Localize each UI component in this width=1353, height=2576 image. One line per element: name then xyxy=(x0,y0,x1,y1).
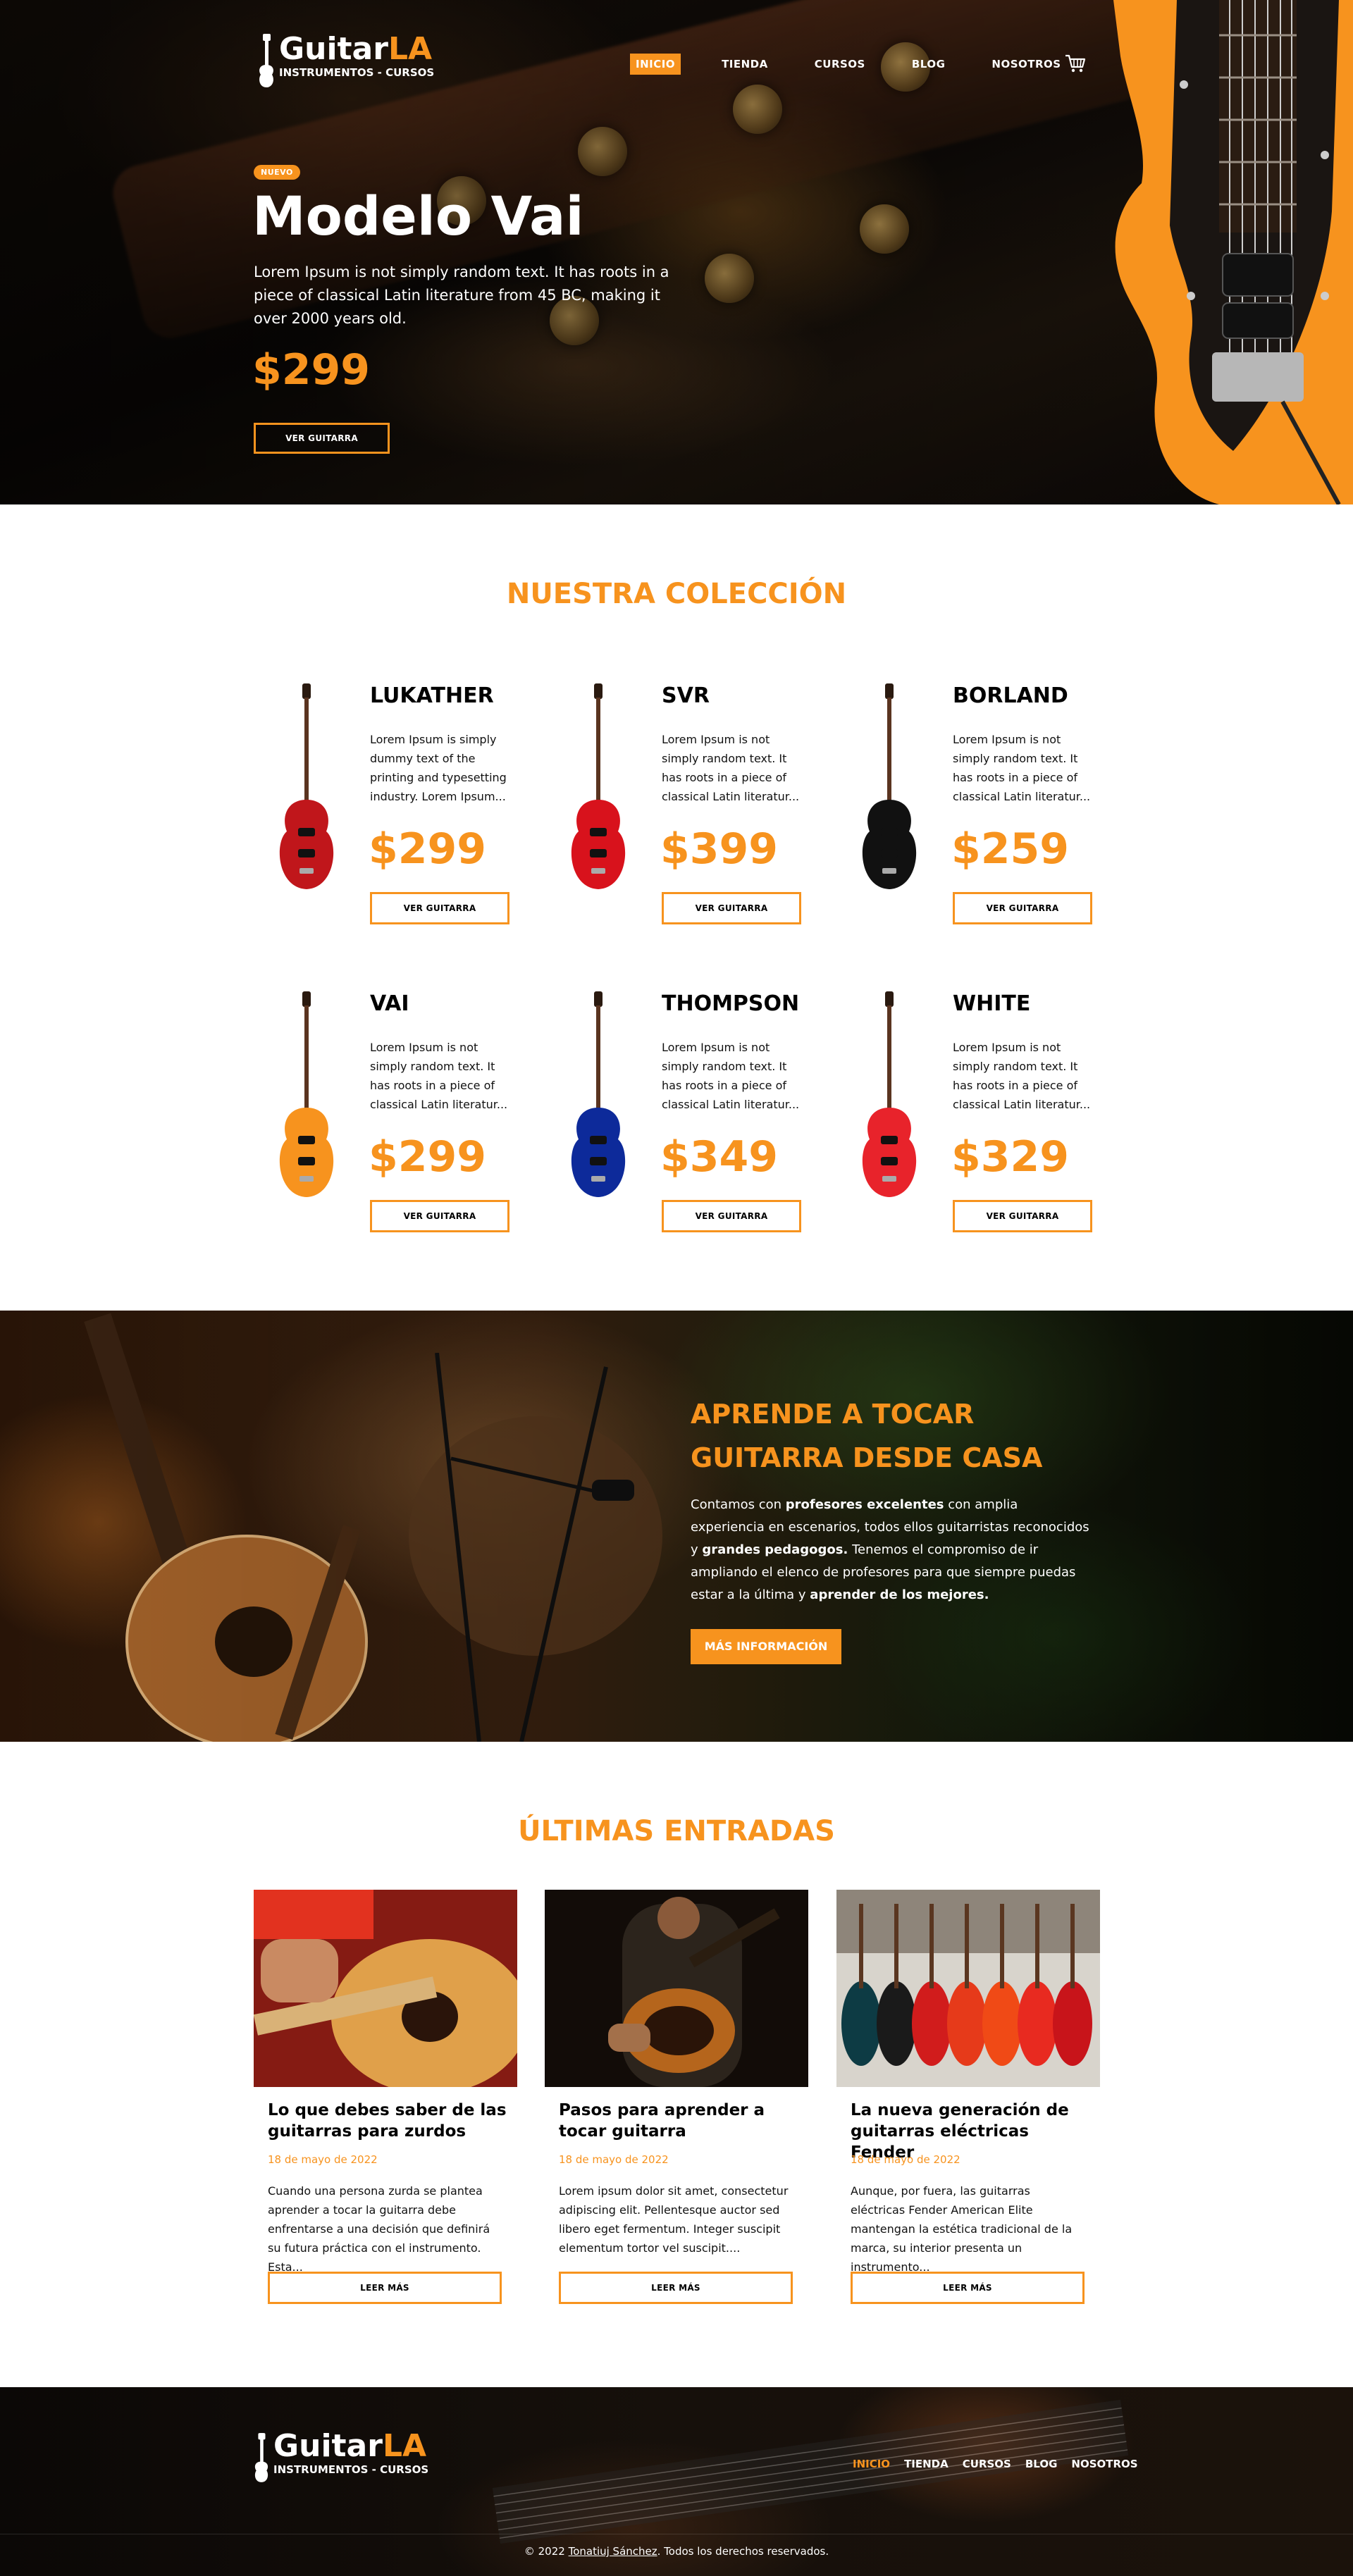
blog-post: Lo que debes saber de las guitarras para… xyxy=(254,1890,517,2312)
site-logo[interactable]: GuitarLA INSTRUMENTOS - CURSOS xyxy=(258,34,434,87)
post-excerpt: Cuando una persona zurda se plantea apre… xyxy=(268,2184,490,2274)
more-info-button[interactable]: MÁS INFORMACIÓN xyxy=(691,1629,841,1664)
product-description: Lorem Ipsum is simply dummy text of the … xyxy=(370,733,507,803)
nav-item-tienda[interactable]: TIENDA xyxy=(716,54,774,75)
blog-post: Pasos para aprender a tocar guitarra 18 … xyxy=(545,1890,808,2312)
hero-price: $299 xyxy=(252,345,370,395)
product-description: Lorem Ipsum is not simply random text. I… xyxy=(953,733,1091,803)
product-price: $299 xyxy=(369,824,486,874)
product-name: LUKATHER xyxy=(370,683,494,708)
copyright: © 2022 Tonatiuj Sánchez. Todos los derec… xyxy=(524,2545,829,2558)
post-excerpt: Lorem ipsum dolor sit amet, consectetur … xyxy=(559,2184,789,2255)
guitar-image xyxy=(279,683,334,889)
view-guitar-button[interactable]: VER GUITARRA xyxy=(953,1200,1092,1232)
product-price: $259 xyxy=(951,824,1069,874)
post-title[interactable]: Pasos para aprender a tocar guitarra xyxy=(559,2100,805,2142)
read-more-button[interactable]: LEER MÁS xyxy=(559,2272,793,2304)
new-badge: NUEVO xyxy=(254,165,300,180)
footer-nav-item-cursos[interactable]: CURSOS xyxy=(963,2458,1011,2470)
product-card: SVR Lorem Ipsum is not simply random tex… xyxy=(563,683,859,958)
view-guitar-button[interactable]: VER GUITARRA xyxy=(953,892,1092,924)
product-description: Lorem Ipsum is not simply random text. I… xyxy=(370,1041,508,1111)
nav-item-inicio[interactable]: INICIO xyxy=(630,54,681,75)
guitar-image xyxy=(279,991,334,1197)
site-footer: GuitarLA INSTRUMENTOS - CURSOS INICIO TI… xyxy=(0,2387,1353,2576)
product-name: WHITE xyxy=(953,991,1031,1016)
post-image[interactable] xyxy=(254,1890,517,2087)
footer-nav: INICIO TIENDA CURSOS BLOG NOSOTROS xyxy=(853,2458,1138,2470)
guitar-logo-icon xyxy=(254,2433,268,2482)
blog-post: La nueva generación de guitarras eléctri… xyxy=(836,1890,1100,2312)
product-card: BORLAND Lorem Ipsum is not simply random… xyxy=(854,683,1150,958)
read-more-button[interactable]: LEER MÁS xyxy=(851,2272,1085,2304)
hero-header: GuitarLA INSTRUMENTOS - CURSOS INICIO TI… xyxy=(0,0,1353,504)
guitar-logo-icon xyxy=(259,34,273,87)
brand-name: GuitarLA xyxy=(279,31,433,67)
courses-description: Contamos con profesores excelentes con a… xyxy=(691,1497,1089,1602)
product-card: VAI Lorem Ipsum is not simply random tex… xyxy=(271,991,567,1266)
product-name: BORLAND xyxy=(953,683,1068,708)
product-card: LUKATHER Lorem Ipsum is simply dummy tex… xyxy=(271,683,567,958)
brand-tagline: INSTRUMENTOS - CURSOS xyxy=(273,2463,429,2476)
view-guitar-button[interactable]: VER GUITARRA xyxy=(370,892,509,924)
courses-section: APRENDE A TOCAR GUITARRA DESDE CASA Conta… xyxy=(0,1311,1353,1742)
product-price: $349 xyxy=(660,1132,778,1182)
product-description: Lorem Ipsum is not simply random text. I… xyxy=(662,733,800,803)
brand-tagline: INSTRUMENTOS - CURSOS xyxy=(279,66,435,79)
view-guitar-button[interactable]: VER GUITARRA xyxy=(662,1200,801,1232)
main-nav: INICIO TIENDA CURSOS BLOG NOSOTROS xyxy=(630,54,1067,75)
post-title[interactable]: Lo que debes saber de las guitarras para… xyxy=(268,2100,514,2142)
product-card: WHITE Lorem Ipsum is not simply random t… xyxy=(854,991,1150,1266)
product-price: $329 xyxy=(951,1132,1069,1182)
guitar-image xyxy=(571,683,626,889)
view-guitar-button[interactable]: VER GUITARRA xyxy=(662,892,801,924)
product-name: SVR xyxy=(662,683,710,708)
product-description: Lorem Ipsum is not simply random text. I… xyxy=(662,1041,800,1111)
author-link[interactable]: Tonatiuj Sánchez xyxy=(569,2545,657,2558)
guitar-image xyxy=(862,991,917,1197)
footer-nav-item-inicio[interactable]: INICIO xyxy=(853,2458,890,2470)
courses-title: APRENDE A TOCAR GUITARRA DESDE CASA xyxy=(691,1399,1043,1473)
hero-guitar-image xyxy=(1113,0,1353,504)
footer-logo[interactable]: GuitarLA INSTRUMENTOS - CURSOS xyxy=(254,2431,428,2484)
hero-view-guitar-button[interactable]: VER GUITARRA xyxy=(254,423,390,454)
collection-title: NUESTRA COLECCIÓN xyxy=(506,578,847,610)
footer-nav-item-blog[interactable]: BLOG xyxy=(1025,2458,1058,2470)
product-name: THOMPSON xyxy=(662,991,800,1016)
post-date: 18 de mayo de 2022 xyxy=(268,2153,378,2166)
view-guitar-button[interactable]: VER GUITARRA xyxy=(370,1200,509,1232)
hero-description: Lorem Ipsum is not simply random text. I… xyxy=(254,264,669,327)
post-excerpt: Aunque, por fuera, las guitarras eléctri… xyxy=(851,2184,1073,2274)
hero-title: Modelo Vai xyxy=(252,185,584,247)
footer-nav-item-nosotros[interactable]: NOSOTROS xyxy=(1071,2458,1137,2470)
product-name: VAI xyxy=(370,991,409,1016)
post-date: 18 de mayo de 2022 xyxy=(559,2153,669,2166)
blog-title: ÚLTIMAS ENTRADAS xyxy=(518,1815,835,1847)
footer-background-strings xyxy=(492,2399,1129,2544)
post-date: 18 de mayo de 2022 xyxy=(851,2153,960,2166)
guitar-image xyxy=(862,683,917,889)
cart-icon[interactable] xyxy=(1064,54,1087,73)
product-card: THOMPSON Lorem Ipsum is not simply rando… xyxy=(563,991,859,1266)
nav-item-blog[interactable]: BLOG xyxy=(906,54,951,75)
footer-nav-item-tienda[interactable]: TIENDA xyxy=(904,2458,949,2470)
courses-overlay xyxy=(0,1311,1353,1742)
nav-item-nosotros[interactable]: NOSOTROS xyxy=(986,54,1066,75)
read-more-button[interactable]: LEER MÁS xyxy=(268,2272,502,2304)
brand-name: GuitarLA xyxy=(273,2428,427,2464)
post-image[interactable] xyxy=(545,1890,808,2087)
product-description: Lorem Ipsum is not simply random text. I… xyxy=(953,1041,1091,1111)
product-price: $299 xyxy=(369,1132,486,1182)
nav-item-cursos[interactable]: CURSOS xyxy=(809,54,871,75)
post-image[interactable] xyxy=(836,1890,1100,2087)
guitar-image xyxy=(571,991,626,1197)
product-price: $399 xyxy=(660,824,778,874)
